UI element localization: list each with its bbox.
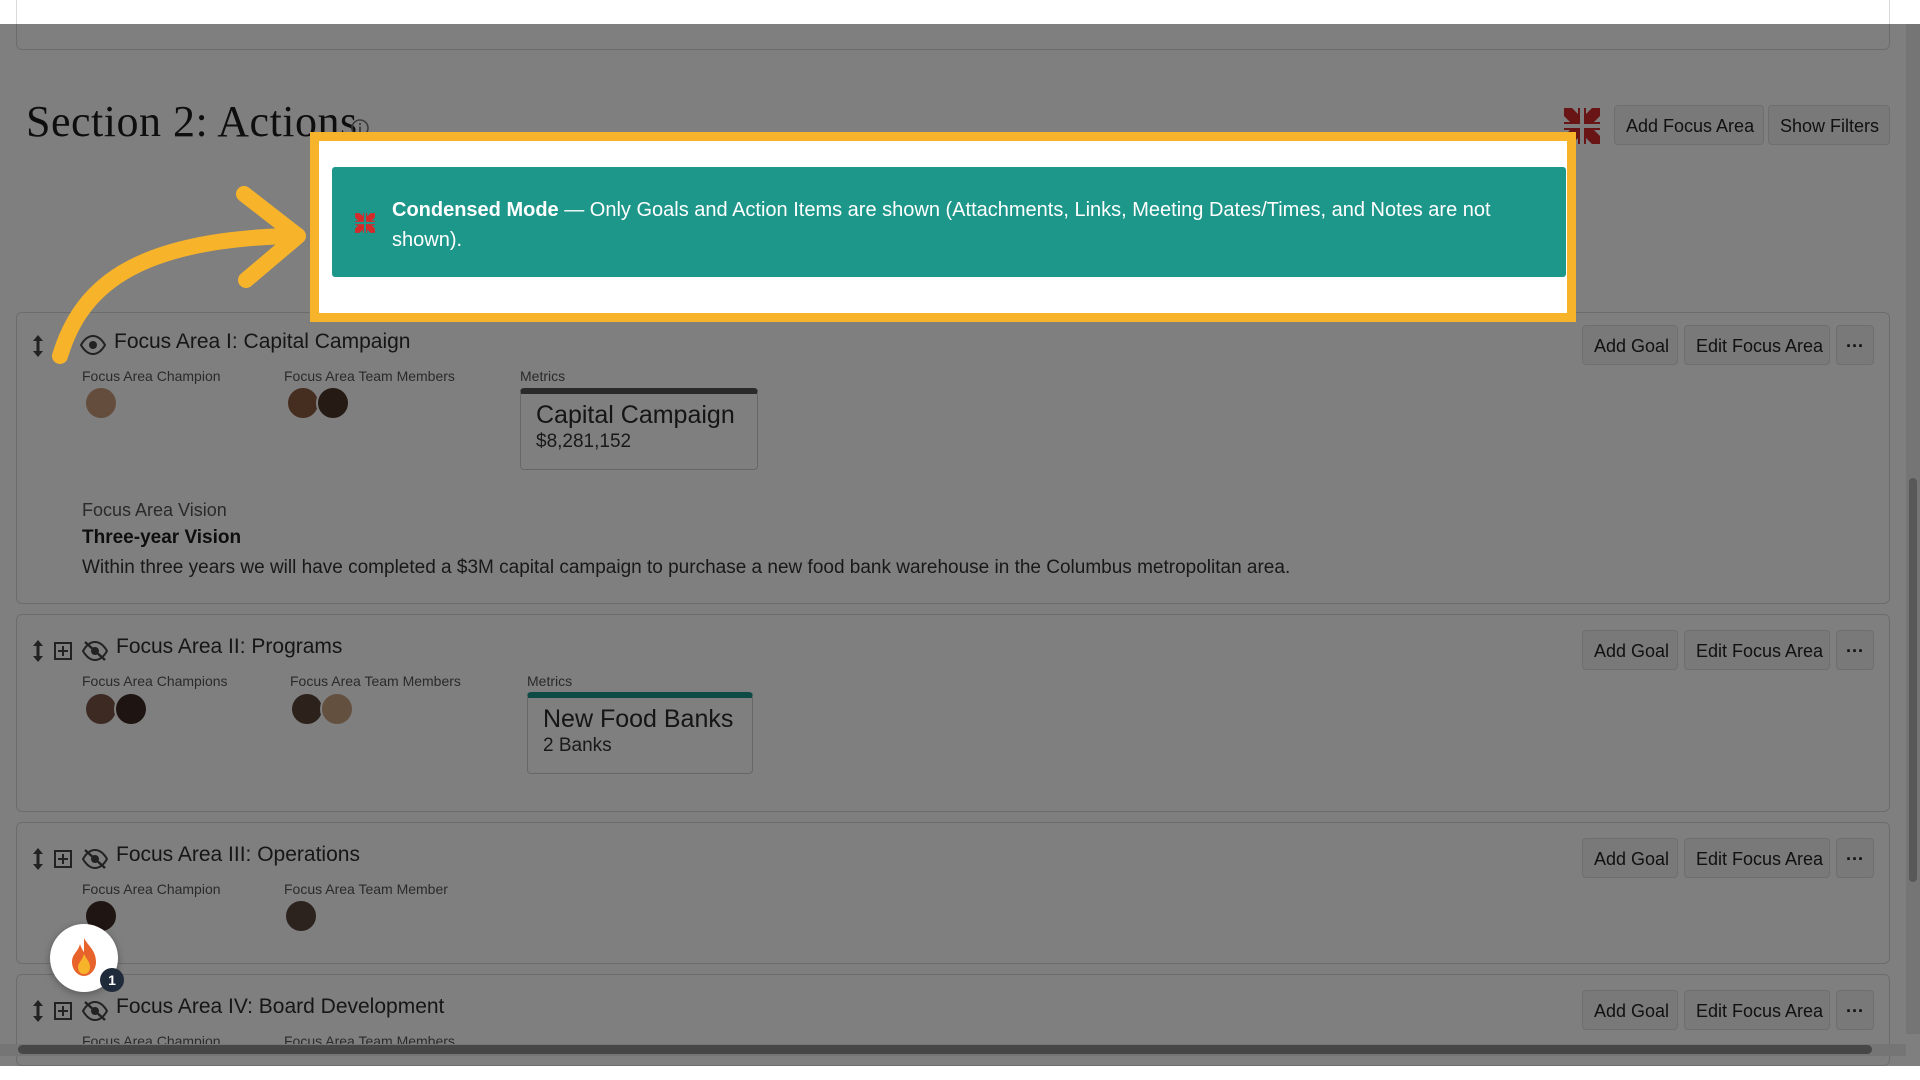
flame-icon: [72, 938, 96, 976]
banner-line-1: Condensed Mode — Only Goals and Action I…: [392, 195, 1526, 225]
condensed-mode-icon: [355, 213, 375, 233]
page: Section 2: Actions Add Focus Area Show F…: [0, 0, 1920, 1080]
tutorial-arrow-icon: [52, 186, 306, 364]
banner-text: — Only Goals and Action Items are shown …: [558, 199, 1491, 221]
banner-strong: Condensed Mode: [392, 199, 559, 221]
banner-line-2: shown).: [392, 229, 463, 251]
condensed-mode-banner: Condensed Mode — Only Goals and Action I…: [332, 167, 1566, 277]
notification-count-badge: 1: [100, 968, 124, 992]
